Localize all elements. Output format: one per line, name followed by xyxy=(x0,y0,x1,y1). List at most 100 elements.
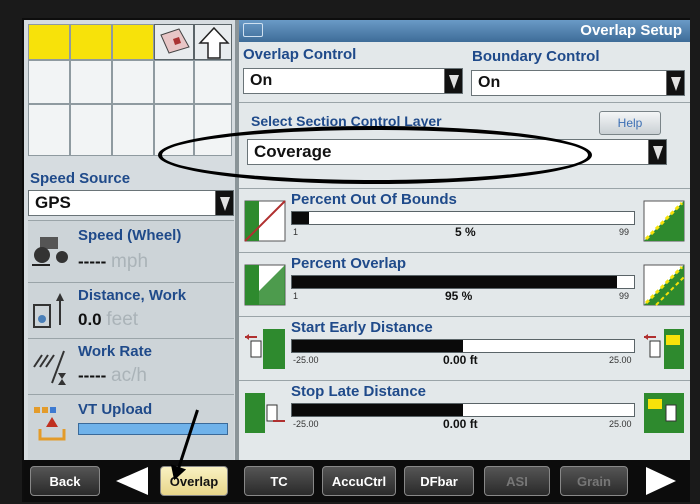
slider-fill xyxy=(292,340,463,352)
speed-unit: mph xyxy=(111,251,149,272)
map-cell xyxy=(154,60,194,104)
map-cell xyxy=(194,60,232,104)
slider-value: 5 % xyxy=(455,225,476,239)
slider-value: 0.00 ft xyxy=(443,353,478,367)
highlight-oval-annotation xyxy=(158,126,592,184)
start-early-icon xyxy=(243,327,287,371)
left-panel: Speed Source GPS Speed (Wheel) ----- mph… xyxy=(24,20,236,460)
overlap-high-icon xyxy=(642,263,686,307)
start-early-slider[interactable] xyxy=(291,339,635,353)
slider-max: 25.00 xyxy=(609,419,632,429)
overlap-setup-panel: Overlap Setup Overlap Control On Boundar… xyxy=(239,20,690,460)
tractor-icon xyxy=(30,229,74,269)
upload-icon xyxy=(30,403,74,443)
out-of-bounds-low-icon xyxy=(243,199,287,243)
setup-titlebar: Overlap Setup xyxy=(239,20,690,42)
slider-max: 25.00 xyxy=(609,355,632,365)
slider-value: 0.00 ft xyxy=(443,417,478,431)
slider-label: Start Early Distance xyxy=(291,319,433,336)
map-cell xyxy=(28,60,70,104)
speed-value: ----- xyxy=(78,252,107,271)
back-button[interactable]: Back xyxy=(30,466,100,496)
overlap-control-label: Overlap Control xyxy=(243,46,357,63)
chevron-down-icon xyxy=(648,140,666,164)
work-rate-value: ----- xyxy=(78,366,107,385)
chevron-down-icon xyxy=(215,191,233,215)
map-cell xyxy=(28,104,70,156)
work-rate-label: Work Rate xyxy=(78,343,152,360)
tc-tab-button[interactable]: TC xyxy=(244,466,314,496)
bottom-toolbar: Back Overlap TC AccuCtrl DFbar ASI Grain xyxy=(24,460,690,502)
coverage-map-grid[interactable] xyxy=(28,24,232,156)
vt-upload-label: VT Upload xyxy=(78,401,153,418)
display-screen: Speed Source GPS Speed (Wheel) ----- mph… xyxy=(22,18,690,502)
stop-late-distance-row: Stop Late Distance -25.00 0.00 ft 25.00 xyxy=(239,380,690,460)
stop-late-slider[interactable] xyxy=(291,403,635,417)
out-of-bounds-high-icon xyxy=(642,199,686,243)
help-button[interactable]: Help xyxy=(599,111,661,135)
map-cell xyxy=(112,24,154,60)
percent-overlap-row: Percent Overlap 1 95 % 99 xyxy=(239,252,690,316)
slider-min: 1 xyxy=(293,227,299,237)
chevron-down-icon xyxy=(666,71,684,95)
work-rate-panel[interactable]: Work Rate ----- ac/h xyxy=(28,338,234,394)
chevron-down-icon xyxy=(444,69,462,93)
slider-label: Stop Late Distance xyxy=(291,383,427,400)
speed-source-label: Speed Source xyxy=(30,170,131,187)
distance-panel[interactable]: Distance, Work 0.0 feet xyxy=(28,282,234,338)
boundary-control-dropdown[interactable]: On xyxy=(471,70,685,96)
map-cell xyxy=(112,60,154,104)
slider-max: 99 xyxy=(619,227,630,237)
work-rate-icon xyxy=(30,347,74,387)
triangle-left-icon xyxy=(116,467,148,495)
scroll-left-button[interactable] xyxy=(110,466,154,496)
slider-label: Percent Out Of Bounds xyxy=(291,191,457,208)
speed-source-value: GPS xyxy=(35,193,71,212)
scroll-right-button[interactable] xyxy=(640,466,684,496)
north-arrow-icon[interactable] xyxy=(194,24,232,60)
slider-max: 99 xyxy=(619,291,630,301)
accuctrl-tab-button[interactable]: AccuCtrl xyxy=(322,466,396,496)
speed-label: Speed (Wheel) xyxy=(78,227,182,244)
slider-min: 1 xyxy=(293,291,299,301)
compass-icon[interactable] xyxy=(154,24,194,60)
overlap-control-value: On xyxy=(250,72,273,89)
out-of-bounds-slider[interactable] xyxy=(291,211,635,225)
start-late-icon xyxy=(642,327,686,371)
window-icon xyxy=(243,23,263,37)
stop-early-icon xyxy=(243,391,287,435)
distance-counter-icon xyxy=(30,291,74,331)
distance-label: Distance, Work xyxy=(78,287,187,304)
percent-out-of-bounds-row: Percent Out Of Bounds 1 5 % 99 xyxy=(239,188,690,252)
distance-unit: feet xyxy=(106,309,139,330)
dfbar-tab-button[interactable]: DFbar xyxy=(404,466,474,496)
slider-label: Percent Overlap xyxy=(291,255,407,272)
speed-source-dropdown[interactable]: GPS xyxy=(28,190,234,216)
map-cell xyxy=(70,60,112,104)
overlap-low-icon xyxy=(243,263,287,307)
speed-panel[interactable]: Speed (Wheel) ----- mph xyxy=(28,220,234,282)
slider-fill xyxy=(292,404,463,416)
asi-tab-button[interactable]: ASI xyxy=(484,466,550,496)
map-cell xyxy=(70,104,112,156)
distance-value: 0.0 xyxy=(78,310,102,329)
grain-tab-button[interactable]: Grain xyxy=(560,466,628,496)
boundary-control-label: Boundary Control xyxy=(472,48,600,65)
boundary-control-value: On xyxy=(478,74,501,91)
triangle-right-icon xyxy=(646,467,676,495)
map-cell xyxy=(112,104,154,156)
slider-value: 95 % xyxy=(445,289,473,303)
slider-fill xyxy=(292,276,617,288)
work-rate-unit: ac/h xyxy=(111,365,147,386)
vt-upload-progress xyxy=(78,423,228,435)
slider-fill xyxy=(292,212,310,224)
overlap-control-dropdown[interactable]: On xyxy=(243,68,463,94)
vt-upload-panel[interactable]: VT Upload xyxy=(28,394,234,460)
map-cell xyxy=(28,24,70,60)
slider-min: -25.00 xyxy=(293,419,319,429)
overlap-slider[interactable] xyxy=(291,275,635,289)
map-cell xyxy=(70,24,112,60)
slider-min: -25.00 xyxy=(293,355,319,365)
stop-late-icon xyxy=(642,391,686,435)
start-early-distance-row: Start Early Distance -25.00 0.00 ft 25.0… xyxy=(239,316,690,380)
